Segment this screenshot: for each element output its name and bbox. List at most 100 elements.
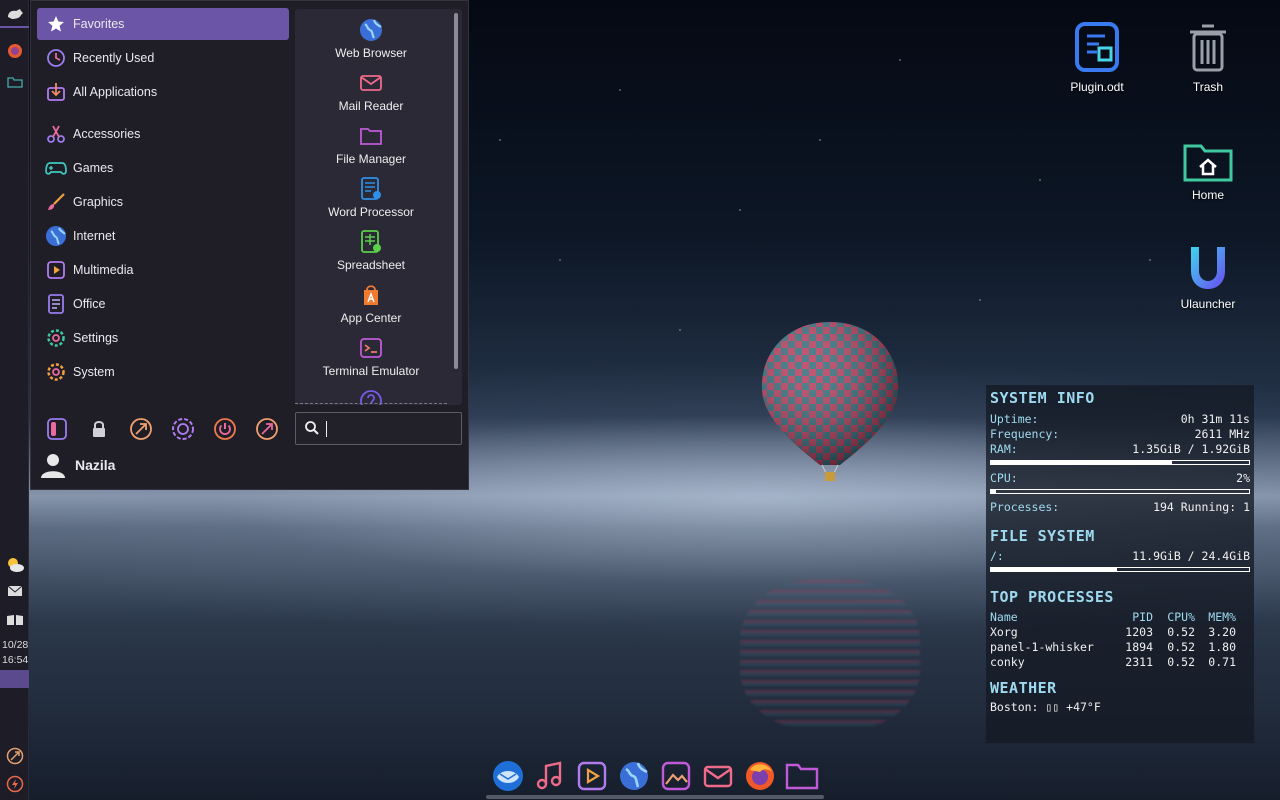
fs-root-label: /: [990,549,1004,563]
app-mail-reader[interactable]: Mail Reader [295,70,447,113]
thunderbird-icon [493,761,523,791]
panel-firefox-launcher[interactable] [0,40,29,62]
panel-date[interactable]: 10/28 [2,638,28,653]
category-label: Multimedia [73,263,134,277]
brush-icon [45,191,67,213]
log-out-button[interactable] [169,415,197,443]
category-label: Settings [73,331,119,345]
process-name: panel-1-whisker [990,640,1094,654]
lock-screen-button[interactable] [85,415,113,443]
dock-music[interactable] [532,758,568,794]
app-app-center[interactable]: App Center [295,282,447,325]
desktop-icon-ulauncher[interactable]: Ulauncher [1158,245,1258,311]
processes-label: Processes: [990,500,1060,514]
fs-root-value: 11.9GiB / 24.4GiB [1132,549,1250,563]
dock-video-player[interactable] [574,758,610,794]
category-label: Office [73,297,106,311]
panel-mail[interactable] [0,583,29,599]
system-info-heading: SYSTEM INFO [990,389,1095,407]
panel-weather[interactable] [0,554,29,574]
search-input[interactable] [295,412,462,445]
app-terminal-emulator[interactable]: Terminal Emulator [295,335,447,378]
desktop-icon-home[interactable]: Home [1158,140,1258,202]
settings-manager-button[interactable] [43,415,71,443]
top-processes-heading: TOP PROCESSES [990,588,1114,606]
firefox-icon [7,44,22,58]
category-all-applications[interactable]: All Applications [37,76,289,108]
lock-icon [93,421,105,437]
app-word-processor[interactable]: Word Processor [295,176,447,219]
download-box-icon [45,81,67,103]
dock-mail[interactable] [700,758,736,794]
firefox-icon [746,762,774,790]
folder-icon [360,128,382,145]
switch-user-button[interactable] [127,415,155,443]
dock-firefox[interactable] [742,758,778,794]
process-pid: 1894 [1125,640,1153,654]
category-graphics[interactable]: Graphics [37,186,289,218]
ulauncher-icon [1191,247,1225,289]
desktop-icon-label: Ulauncher [1180,297,1236,311]
app-web-browser[interactable]: Web Browser [295,17,447,60]
category-games[interactable]: Games [37,152,289,184]
clock-icon [45,47,67,69]
desktop-icon-plugin-odt[interactable]: Plugin.odt [1047,22,1147,94]
app-file-manager[interactable]: File Manager [295,123,447,166]
desktop-icon-trash[interactable]: Trash [1158,22,1258,94]
process-pid: 2311 [1125,655,1153,669]
book-icon [6,615,23,625]
app-list-divider [295,403,447,404]
file-system-heading: FILE SYSTEM [990,527,1095,545]
frequency-value: 2611 MHz [1194,427,1250,441]
panel-files-launcher[interactable] [0,72,29,92]
star-icon [45,13,67,35]
panel-menu-button[interactable] [0,2,29,28]
panel-workspace-indicator[interactable] [0,670,29,688]
category-internet[interactable]: Internet [37,220,289,252]
mail-icon [703,765,733,788]
dock-image-viewer[interactable] [658,758,694,794]
category-system[interactable]: System [37,356,289,388]
restart-button[interactable] [253,415,281,443]
category-label: Favorites [73,17,125,31]
ram-value: 1.35GiB / 1.92GiB [1132,442,1250,456]
app-label: Word Processor [328,205,414,219]
category-settings[interactable]: Settings [37,322,289,354]
balloon-reflection [740,580,920,730]
spreadsheet-icon [361,230,381,253]
play-icon [45,259,67,281]
process-pid: 1203 [1125,625,1153,639]
conky-widget: SYSTEM INFO Uptime: 0h 31m 11s Frequency:… [986,385,1254,743]
dock-thunderbird[interactable] [490,758,526,794]
panel-power[interactable] [0,774,29,794]
panel-keyboard[interactable] [0,612,29,628]
switch-user-icon [6,747,23,765]
process-mem: 3.20 [1208,625,1236,639]
dock-web-browser[interactable] [616,758,652,794]
category-accessories[interactable]: Accessories [37,118,289,150]
app-label: App Center [340,311,402,325]
desktop-icon-label: Home [1191,188,1224,202]
app-center-icon [364,285,378,305]
shutdown-button[interactable] [211,415,239,443]
process-cpu: 0.52 [1167,640,1195,654]
trash-icon [1190,24,1226,72]
category-favorites[interactable]: Favorites [37,8,289,40]
app-spreadsheet[interactable]: Spreadsheet [295,229,447,272]
gamepad-icon [45,157,67,179]
category-recently-used[interactable]: Recently Used [37,42,289,74]
category-office[interactable]: Office [37,288,289,320]
power-icon [6,775,23,793]
mail-icon [360,75,382,91]
category-multimedia[interactable]: Multimedia [37,254,289,286]
dock-running-indicator [486,795,824,799]
dock-file-manager[interactable] [784,758,820,794]
folder-icon [785,763,819,790]
app-label: Web Browser [335,46,407,60]
panel-switch-user[interactable] [0,746,29,766]
app-list-scrollbar[interactable] [454,13,458,369]
col-cpu: CPU% [1167,610,1195,624]
gear-icon [45,327,67,349]
panel-time[interactable]: 16:54 [2,653,28,668]
scissors-icon [45,123,67,145]
